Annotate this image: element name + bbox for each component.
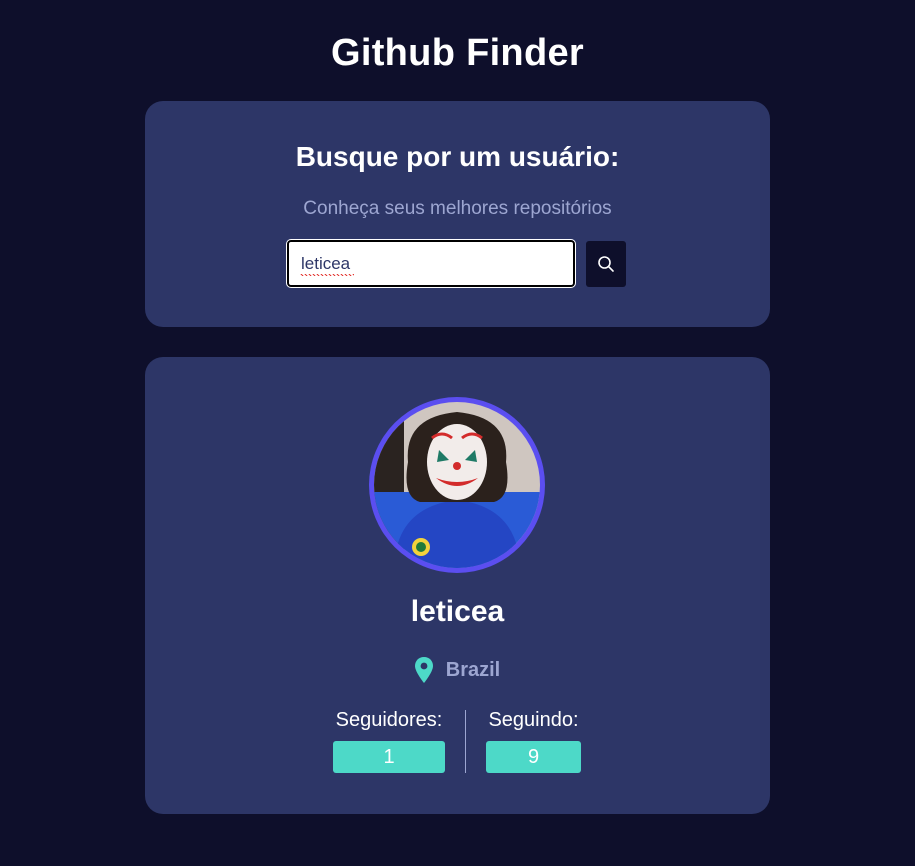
search-card: Busque por um usuário: Conheça seus melh…	[145, 101, 770, 327]
following-stat: Seguindo: 9	[486, 709, 581, 773]
followers-label: Seguidores:	[335, 709, 443, 731]
search-button[interactable]	[586, 241, 626, 287]
stats-divider	[465, 710, 466, 773]
app-title: Github Finder	[331, 32, 584, 74]
search-input[interactable]	[286, 239, 576, 288]
location-text: Brazil	[445, 658, 501, 681]
following-label: Seguindo:	[488, 709, 579, 731]
following-count: 9	[486, 741, 581, 773]
avatar-ring	[369, 397, 545, 573]
spellcheck-underline	[300, 274, 354, 276]
avatar	[374, 402, 540, 568]
search-heading: Busque por um usuário:	[295, 141, 620, 172]
search-icon	[598, 256, 614, 272]
followers-count: 1	[333, 741, 445, 773]
profile-card: leticea Brazil Seguidores: 1 Seguindo: 9	[145, 357, 770, 814]
followers-stat: Seguidores: 1	[333, 709, 445, 773]
search-subtitle: Conheça seus melhores repositórios	[303, 198, 612, 219]
location: Brazil	[145, 657, 770, 683]
username: leticea	[410, 595, 505, 628]
map-pin-icon	[414, 657, 433, 683]
